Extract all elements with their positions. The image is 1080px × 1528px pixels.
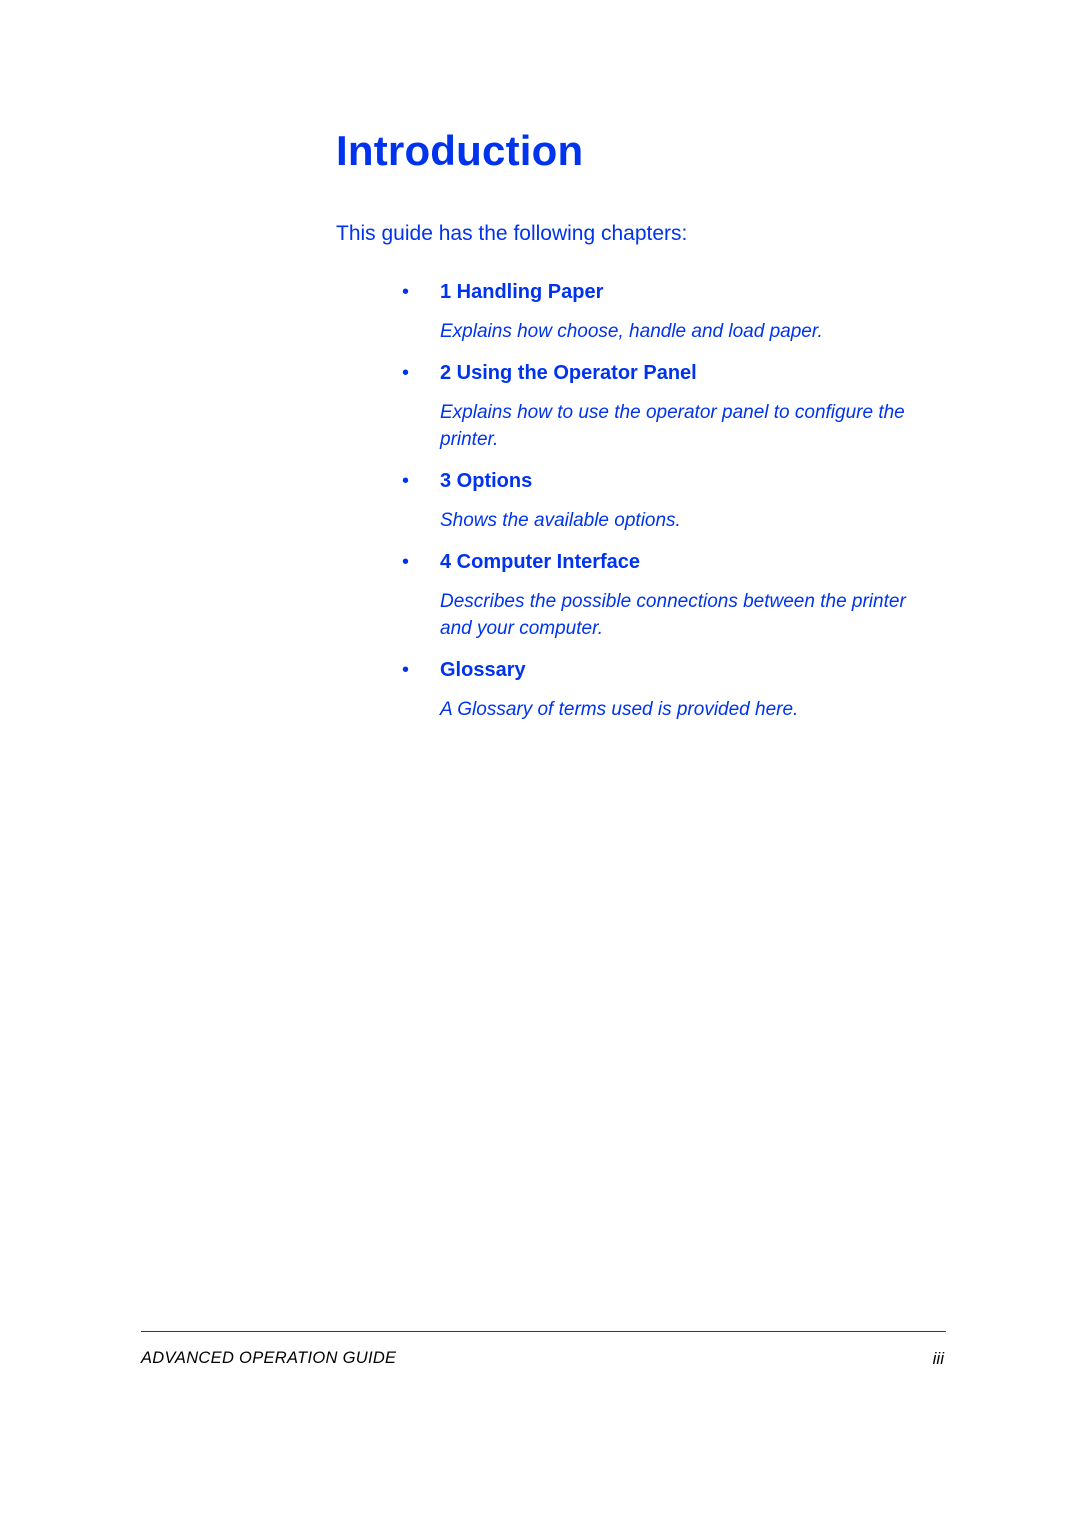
bullet-icon: • — [402, 278, 440, 306]
chapter-description: A Glossary of terms used is provided her… — [440, 696, 920, 723]
chapter-description: Shows the available options. — [440, 507, 920, 534]
bullet-icon: • — [402, 467, 440, 495]
chapter-line: • Glossary — [402, 656, 922, 684]
intro-text: This guide has the following chapters: — [336, 222, 687, 246]
page-number: iii — [933, 1349, 944, 1369]
document-page: Introduction This guide has the followin… — [0, 0, 1080, 1528]
chapter-item: • 2 Using the Operator Panel Explains ho… — [402, 359, 922, 453]
chapter-title-link[interactable]: 2 Using the Operator Panel — [440, 362, 697, 385]
chapter-description: Describes the possible connections betwe… — [440, 588, 920, 642]
chapter-title-link[interactable]: 3 Options — [440, 470, 532, 493]
footer-divider — [141, 1331, 946, 1332]
chapter-title-link[interactable]: 1 Handling Paper — [440, 281, 603, 304]
chapter-item: • 3 Options Shows the available options. — [402, 467, 922, 534]
chapter-line: • 4 Computer Interface — [402, 548, 922, 576]
chapter-list: • 1 Handling Paper Explains how choose, … — [402, 268, 922, 737]
chapter-line: • 3 Options — [402, 467, 922, 495]
bullet-icon: • — [402, 656, 440, 684]
chapter-item: • 4 Computer Interface Describes the pos… — [402, 548, 922, 642]
chapter-line: • 2 Using the Operator Panel — [402, 359, 922, 387]
chapter-title-link[interactable]: Glossary — [440, 659, 526, 682]
chapter-description: Explains how to use the operator panel t… — [440, 399, 920, 453]
chapter-title-link[interactable]: 4 Computer Interface — [440, 551, 640, 574]
bullet-icon: • — [402, 548, 440, 576]
chapter-line: • 1 Handling Paper — [402, 278, 922, 306]
chapter-item: • Glossary A Glossary of terms used is p… — [402, 656, 922, 723]
bullet-icon: • — [402, 359, 440, 387]
chapter-description: Explains how choose, handle and load pap… — [440, 318, 920, 345]
chapter-item: • 1 Handling Paper Explains how choose, … — [402, 278, 922, 345]
page-title: Introduction — [336, 127, 583, 175]
footer-document-title: ADVANCED OPERATION GUIDE — [141, 1349, 396, 1368]
